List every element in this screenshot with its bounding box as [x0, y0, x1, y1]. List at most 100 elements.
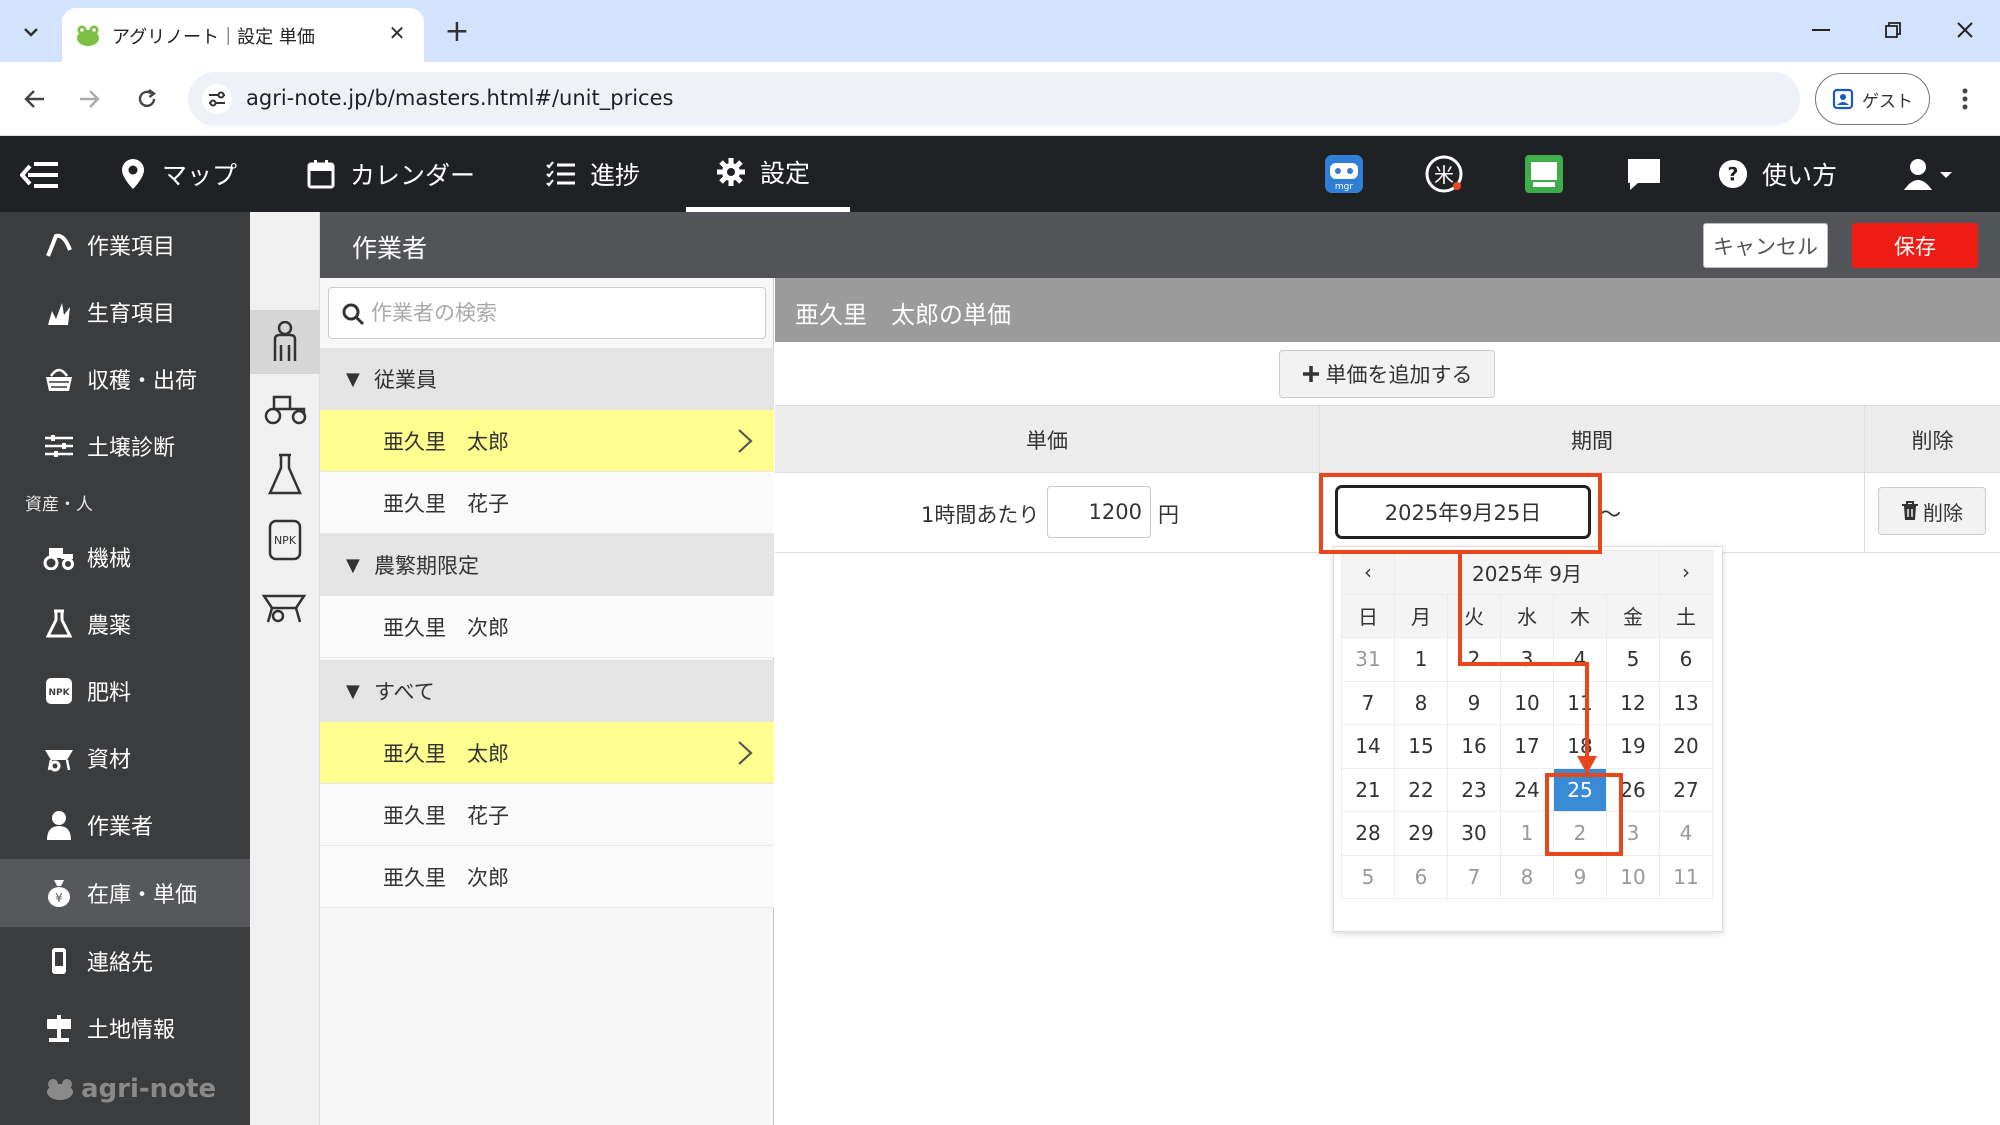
minimize-icon[interactable] — [1796, 10, 1846, 50]
back-arrow-icon[interactable] — [16, 80, 54, 118]
delete-button[interactable]: 削除 — [1878, 487, 1986, 535]
user-menu[interactable] — [1904, 136, 1954, 212]
calendar-day[interactable]: 16 — [1447, 724, 1501, 769]
calendar-day[interactable]: 8 — [1500, 854, 1554, 899]
add-unit-price-button[interactable]: 単価を追加する — [1279, 350, 1495, 398]
calendar-day[interactable]: 31 — [1341, 637, 1395, 682]
sidebar-item-inventory[interactable]: ¥ 在庫・単価 — [0, 859, 250, 927]
calendar-day[interactable]: 11 — [1659, 854, 1713, 899]
new-tab-button[interactable]: + — [440, 14, 474, 49]
mgr-app-icon[interactable]: mgr — [1324, 154, 1364, 194]
calendar-day[interactable]: 10 — [1500, 680, 1554, 725]
sidebar-item-pesticides[interactable]: 農薬 — [0, 591, 250, 657]
calendar-day[interactable]: 22 — [1394, 767, 1448, 812]
restore-icon[interactable] — [1868, 10, 1918, 50]
sidebar-item-machines[interactable]: 機械 — [0, 524, 250, 590]
cattab-workers[interactable] — [250, 310, 320, 374]
calendar-day[interactable]: 19 — [1606, 724, 1660, 769]
list-item[interactable]: 亜久里 太郎 — [320, 722, 774, 784]
nav-progress[interactable]: 進捗 — [546, 136, 640, 212]
calendar-day[interactable]: 9 — [1553, 854, 1607, 899]
calendar-day[interactable]: 9 — [1447, 680, 1501, 725]
close-tab-icon[interactable]: ✕ — [382, 18, 412, 48]
list-item[interactable]: 亜久里 太郎 — [320, 410, 774, 472]
calendar-day[interactable]: 29 — [1394, 811, 1448, 856]
calendar-day[interactable]: 27 — [1659, 767, 1713, 812]
calendar-day[interactable]: 5 — [1341, 854, 1395, 899]
forward-arrow-icon[interactable] — [70, 80, 108, 118]
calendar-day[interactable]: 20 — [1659, 724, 1713, 769]
sidebar-item-tasks[interactable]: 作業項目 — [0, 212, 250, 278]
rice-app-icon[interactable]: 米 — [1424, 154, 1464, 194]
search-input[interactable] — [371, 288, 761, 338]
calendar-day[interactable]: 17 — [1500, 724, 1554, 769]
calendar-day[interactable]: 1 — [1394, 637, 1448, 682]
price-input[interactable] — [1047, 486, 1151, 538]
group-employees[interactable]: ▼ 従業員 — [320, 348, 774, 410]
calendar-day[interactable]: 4 — [1659, 811, 1713, 856]
sidebar-item-harvest[interactable]: 収穫・出荷 — [0, 346, 250, 412]
worker-search[interactable] — [328, 287, 766, 339]
browser-menu-icon[interactable] — [1950, 80, 1980, 118]
profile-button[interactable]: ゲスト — [1815, 73, 1930, 125]
calendar-day[interactable]: 7 — [1447, 854, 1501, 899]
site-settings-icon[interactable] — [202, 84, 232, 114]
group-seasonal[interactable]: ▼ 農繁期限定 — [320, 534, 774, 596]
list-item[interactable]: 亜久里 花子 — [320, 784, 774, 846]
cattab-machines[interactable] — [250, 376, 320, 440]
sidebar-item-materials[interactable]: 資材 — [0, 725, 250, 791]
calendar-day[interactable]: 15 — [1394, 724, 1448, 769]
close-window-icon[interactable] — [1940, 10, 1990, 50]
reload-icon[interactable] — [128, 80, 166, 118]
calendar-day[interactable]: 6 — [1394, 854, 1448, 899]
calendar-day[interactable]: 4 — [1553, 637, 1607, 682]
calendar-day[interactable]: 14 — [1341, 724, 1395, 769]
calendar-day[interactable]: 5 — [1606, 637, 1660, 682]
sidebar-item-land[interactable]: 土地情報 — [0, 995, 250, 1061]
calendar-day[interactable]: 30 — [1447, 811, 1501, 856]
calendar-day[interactable]: 7 — [1341, 680, 1395, 725]
calendar-day[interactable]: 10 — [1606, 854, 1660, 899]
cancel-button[interactable]: キャンセル — [1703, 223, 1828, 268]
month-title[interactable]: 2025年 9月 — [1394, 550, 1660, 595]
list-item[interactable]: 亜久里 花子 — [320, 472, 774, 534]
omnibox[interactable]: agri-note.jp/b/masters.html#/unit_prices — [188, 72, 1800, 126]
cattab-materials[interactable] — [250, 574, 320, 638]
list-item[interactable]: 亜久里 次郎 — [320, 596, 774, 658]
calendar-day[interactable]: 13 — [1659, 680, 1713, 725]
calendar-day[interactable]: 3 — [1500, 637, 1554, 682]
sidebar-item-workers[interactable]: 作業者 — [0, 792, 250, 858]
calendar-day[interactable]: 2 — [1447, 637, 1501, 682]
sidebar-item-fertilizer[interactable]: NPK 肥料 — [0, 658, 250, 724]
tab-search-button[interactable] — [12, 13, 50, 51]
nav-help[interactable]: ? 使い方 — [1718, 136, 1837, 212]
prev-month-button[interactable]: ‹ — [1341, 550, 1395, 595]
sidebar-item-contacts[interactable]: 連絡先 — [0, 928, 250, 994]
calendar-day[interactable]: 28 — [1341, 811, 1395, 856]
calendar-icon — [306, 159, 336, 189]
calendar-day[interactable]: 12 — [1606, 680, 1660, 725]
group-all[interactable]: ▼ すべて — [320, 660, 774, 722]
svg-text:?: ? — [1728, 165, 1739, 186]
calendar-day[interactable]: 11 — [1553, 680, 1607, 725]
nav-calendar-label: カレンダー — [350, 161, 476, 190]
nav-calendar[interactable]: カレンダー — [306, 136, 475, 212]
list-item[interactable]: 亜久里 次郎 — [320, 846, 774, 908]
sidebar-item-growth[interactable]: 生育項目 — [0, 279, 250, 345]
cattab-fertilizer[interactable]: NPK — [250, 508, 320, 572]
calendar-day[interactable]: 8 — [1394, 680, 1448, 725]
chat-icon[interactable] — [1624, 154, 1664, 194]
nav-settings[interactable]: 設定 — [686, 136, 850, 212]
cattab-pesticides[interactable] — [250, 442, 320, 506]
url-text[interactable]: agri-note.jp/b/masters.html#/unit_prices — [246, 86, 673, 110]
next-month-button[interactable]: › — [1659, 550, 1713, 595]
browser-tab[interactable]: アグリノート｜設定 単価 ✕ — [62, 8, 424, 62]
calendar-day[interactable]: 6 — [1659, 637, 1713, 682]
calendar-day[interactable]: 23 — [1447, 767, 1501, 812]
sidebar-item-soil[interactable]: 土壌診断 — [0, 413, 250, 479]
market-app-icon[interactable] — [1524, 154, 1564, 194]
calendar-day[interactable]: 21 — [1341, 767, 1395, 812]
nav-map[interactable]: マップ — [118, 136, 237, 212]
menu-collapse-icon[interactable] — [20, 158, 60, 192]
save-button[interactable]: 保存 — [1852, 223, 1978, 268]
